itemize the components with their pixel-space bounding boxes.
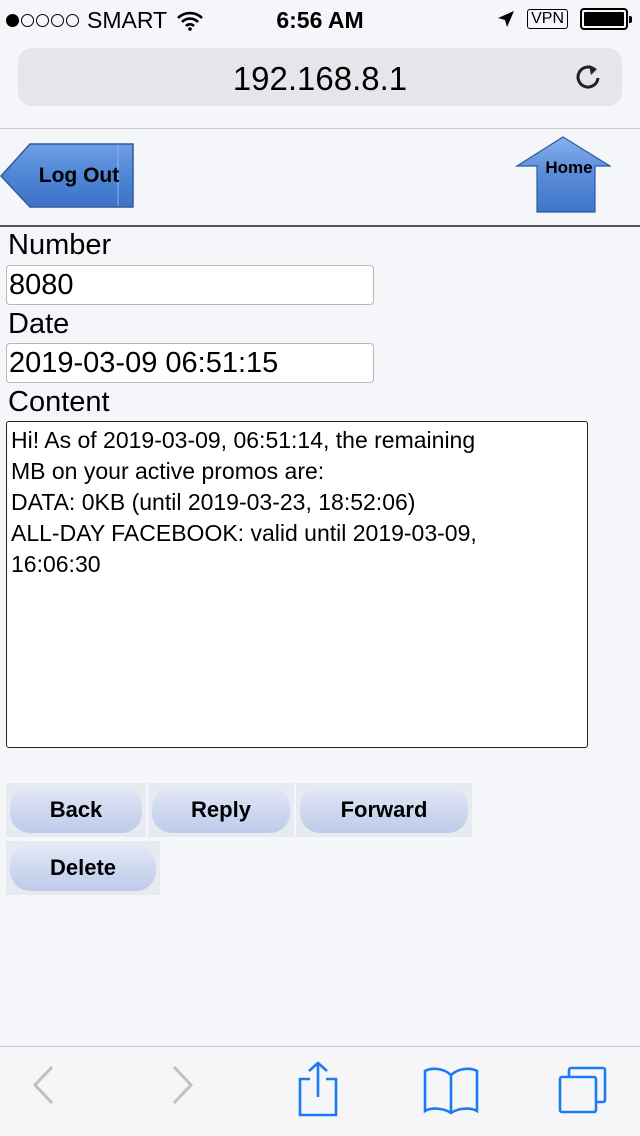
- number-field[interactable]: 8080: [6, 265, 374, 305]
- reply-button[interactable]: Reply: [152, 787, 290, 833]
- content-textarea[interactable]: Hi! As of 2019-03-09, 06:51:14, the rema…: [6, 421, 588, 748]
- browser-toolbar: [0, 1046, 640, 1136]
- tabs-icon[interactable]: [556, 1065, 610, 1115]
- bookmarks-icon[interactable]: [422, 1065, 480, 1115]
- browser-divider: [0, 128, 640, 129]
- number-label: Number: [8, 229, 112, 261]
- logout-label[interactable]: Log Out: [24, 164, 134, 188]
- share-icon[interactable]: [296, 1061, 340, 1117]
- battery-icon: [580, 8, 632, 30]
- vpn-badge: VPN: [527, 9, 568, 29]
- header-divider: [0, 225, 640, 227]
- back-button-wrap: Back: [6, 783, 146, 837]
- forward-arrow-icon[interactable]: [170, 1063, 196, 1107]
- wifi-icon: [177, 11, 204, 31]
- date-field[interactable]: 2019-03-09 06:51:15: [6, 343, 374, 383]
- home-label[interactable]: Home: [530, 158, 608, 178]
- forward-button-wrap: Forward: [296, 783, 472, 837]
- signal-strength-icon: [6, 14, 79, 27]
- back-arrow-icon[interactable]: [30, 1063, 56, 1107]
- status-left: SMART: [0, 7, 204, 34]
- delete-button[interactable]: Delete: [10, 845, 156, 891]
- reply-button-wrap: Reply: [148, 783, 294, 837]
- back-button[interactable]: Back: [10, 787, 142, 833]
- status-bar: SMART 6:56 AM VPN: [0, 0, 640, 40]
- url-text[interactable]: 192.168.8.1: [18, 60, 622, 98]
- forward-button[interactable]: Forward: [300, 787, 468, 833]
- date-label: Date: [8, 308, 70, 340]
- content-label: Content: [8, 386, 110, 418]
- delete-button-wrap: Delete: [6, 841, 160, 895]
- location-arrow-icon: [498, 11, 515, 27]
- address-bar[interactable]: 192.168.8.1: [18, 48, 622, 106]
- reload-icon[interactable]: [574, 62, 604, 92]
- carrier-name: SMART: [87, 7, 168, 33]
- status-right: VPN: [497, 8, 632, 30]
